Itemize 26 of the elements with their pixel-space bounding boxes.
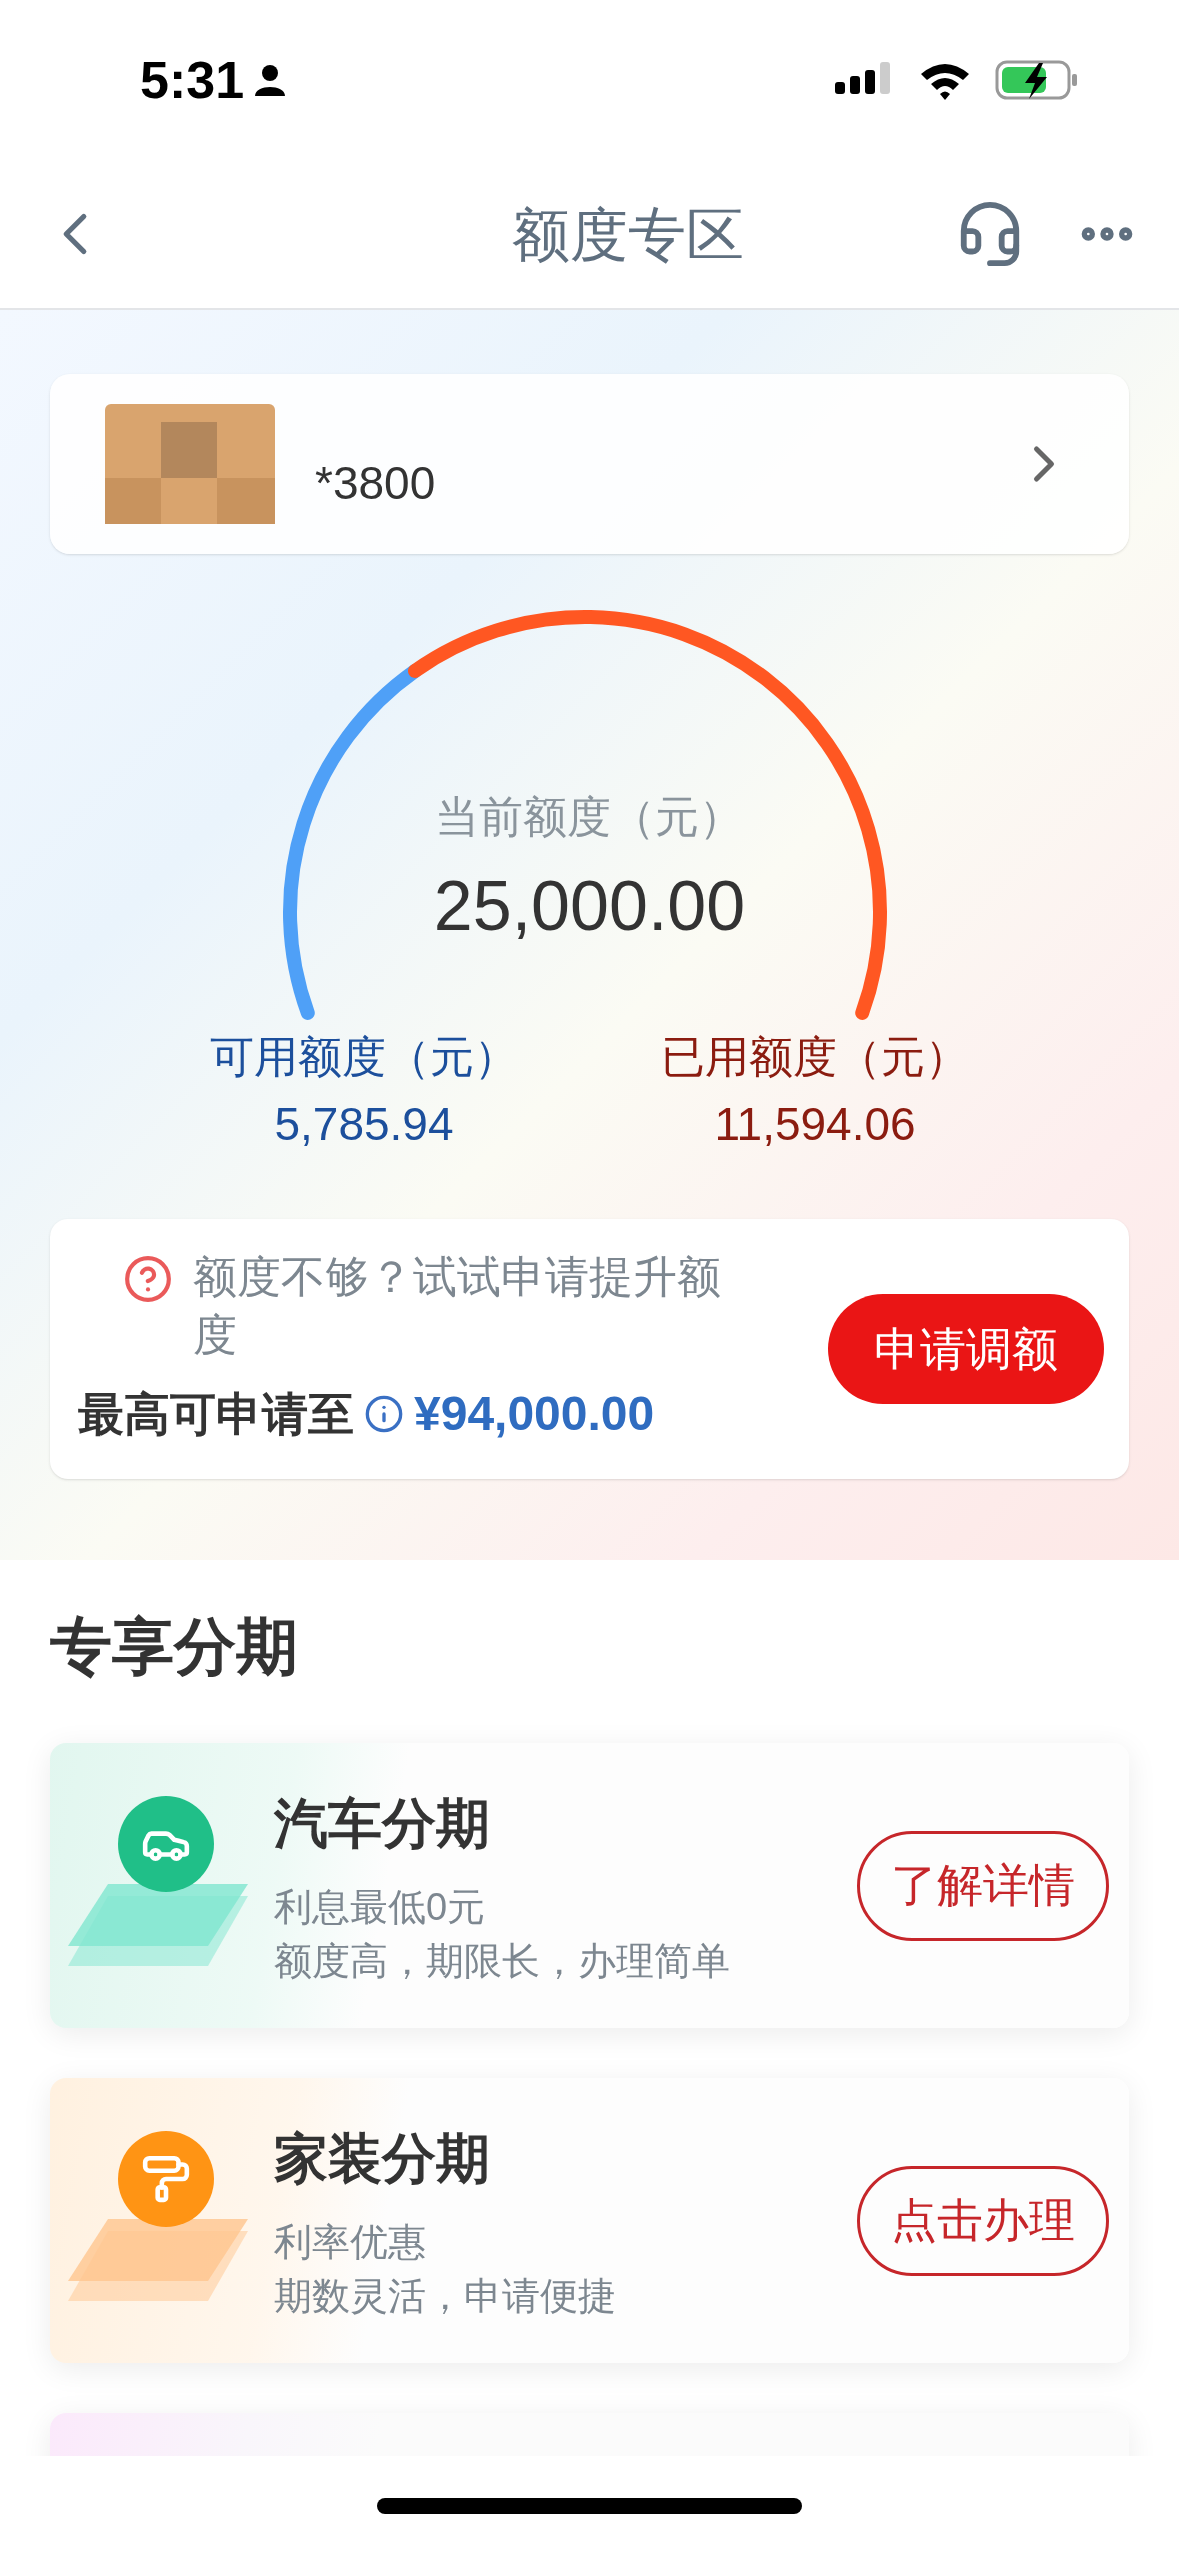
product-description: 利息最低0元 [274, 1885, 487, 1930]
question-icon [123, 1254, 173, 1304]
card-number: *3800 [315, 456, 436, 511]
max-label: 最高可申请至 [78, 1386, 354, 1442]
used-label: 已用额度（元） [661, 1031, 969, 1083]
product-button[interactable]: 了解详情 [857, 1830, 1109, 1941]
gauge-title: 当前额度（元） [435, 791, 744, 843]
product-title: 家装分期 [274, 2127, 491, 2190]
raise-question: 额度不够？试试申请提升额度 [193, 1251, 722, 1361]
page-title: 额度专区 [511, 200, 744, 269]
product-button[interactable]: 点击办理 [857, 2165, 1109, 2276]
account-card[interactable]: *3800 [50, 374, 1129, 554]
product-description: 期数灵活，申请便捷 [274, 2274, 617, 2319]
available-value: 5,785.94 [274, 1097, 454, 1152]
available-label: 可用额度（元） [210, 1031, 518, 1083]
used-value: 11,594.06 [714, 1097, 916, 1152]
status-time: 5:31 [140, 50, 245, 111]
section-title: 专享分期 [50, 1611, 299, 1683]
apply-button[interactable]: 申请调额 [828, 1294, 1104, 1404]
product-title: 汽车分期 [274, 1792, 491, 1855]
info-icon [364, 1394, 404, 1434]
max-value: ¥94,000.00 [414, 1386, 655, 1442]
battery-icon [995, 59, 1079, 101]
total-quota: 25,000.00 [433, 866, 746, 947]
product-description: 利率优惠 [274, 2220, 427, 2265]
product-description: 额度高，期限长，办理简单 [274, 1939, 731, 1984]
